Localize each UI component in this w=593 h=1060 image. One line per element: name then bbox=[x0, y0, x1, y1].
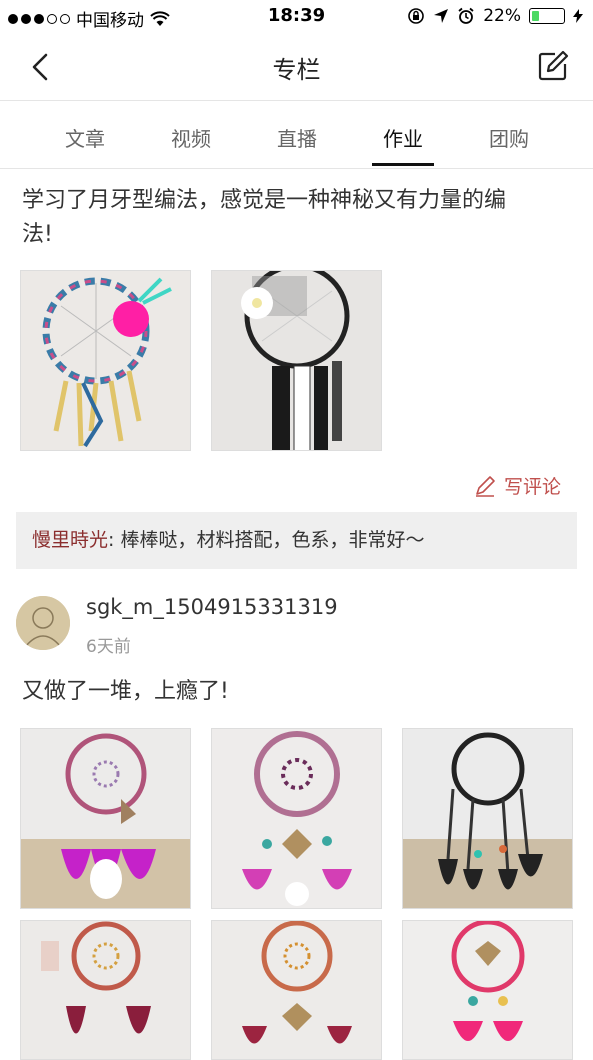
status-right: 22% bbox=[407, 6, 583, 26]
dreamcatcher-photo bbox=[212, 921, 381, 1059]
edit-icon[interactable] bbox=[537, 50, 569, 82]
post-text-line: 法! bbox=[22, 222, 53, 247]
avatar[interactable] bbox=[16, 596, 70, 650]
dreamcatcher-photo bbox=[212, 729, 381, 908]
post-photo[interactable] bbox=[211, 270, 382, 451]
tab-homework[interactable]: 作业 bbox=[350, 101, 456, 168]
write-comment-label: 写评论 bbox=[503, 476, 561, 498]
post-username[interactable]: sgk_m_1504915331319 bbox=[86, 595, 338, 619]
dreamcatcher-photo bbox=[21, 729, 190, 908]
avatar-image bbox=[16, 596, 70, 650]
location-icon bbox=[434, 9, 449, 23]
post-text: 又做了一堆，上瘾了! bbox=[22, 679, 229, 704]
tab-live[interactable]: 直播 bbox=[244, 101, 350, 168]
battery-percent: 22% bbox=[483, 6, 521, 26]
alarm-icon bbox=[458, 7, 474, 24]
post-text-line: 学习了月牙型编法，感觉是一种神秘又有力量的编 bbox=[22, 188, 507, 213]
tab-group-buy[interactable]: 团购 bbox=[456, 101, 562, 168]
post-photo[interactable] bbox=[211, 920, 382, 1060]
status-bar: 中国移动 18:39 22% bbox=[0, 0, 593, 34]
charging-icon bbox=[573, 9, 583, 23]
comment-item: 慢里時光: 棒棒哒，材料搭配，色系，非常好～ bbox=[16, 512, 577, 569]
dreamcatcher-photo bbox=[212, 271, 381, 450]
battery-icon bbox=[529, 8, 565, 24]
dreamcatcher-photo bbox=[21, 921, 190, 1059]
tab-articles[interactable]: 文章 bbox=[32, 101, 138, 168]
post-photo[interactable] bbox=[211, 728, 382, 909]
post-text: 学习了月牙型编法，感觉是一种神秘又有力量的编 法! bbox=[22, 184, 572, 252]
comment-username[interactable]: 慢里時光 bbox=[32, 529, 108, 551]
post-photo[interactable] bbox=[20, 920, 191, 1060]
pencil-icon bbox=[475, 475, 495, 497]
comment-separator: : bbox=[108, 529, 121, 551]
post-photo[interactable] bbox=[402, 728, 573, 909]
dreamcatcher-photo bbox=[403, 921, 572, 1059]
rotation-lock-icon bbox=[408, 8, 425, 24]
category-tabs: 文章 视频 直播 作业 团购 bbox=[0, 101, 593, 169]
post-photo[interactable] bbox=[20, 728, 191, 909]
write-comment-button[interactable]: 写评论 bbox=[474, 472, 561, 499]
comment-text: 棒棒哒，材料搭配，色系，非常好～ bbox=[120, 529, 425, 551]
post-photo[interactable] bbox=[20, 270, 191, 451]
tab-videos[interactable]: 视频 bbox=[138, 101, 244, 168]
page-title: 专栏 bbox=[272, 56, 321, 84]
dreamcatcher-photo bbox=[403, 729, 572, 908]
post-timestamp: 6天前 bbox=[86, 637, 131, 657]
post-photo[interactable] bbox=[402, 920, 573, 1060]
navigation-bar: 专栏 bbox=[0, 34, 593, 101]
dreamcatcher-photo bbox=[21, 271, 190, 450]
